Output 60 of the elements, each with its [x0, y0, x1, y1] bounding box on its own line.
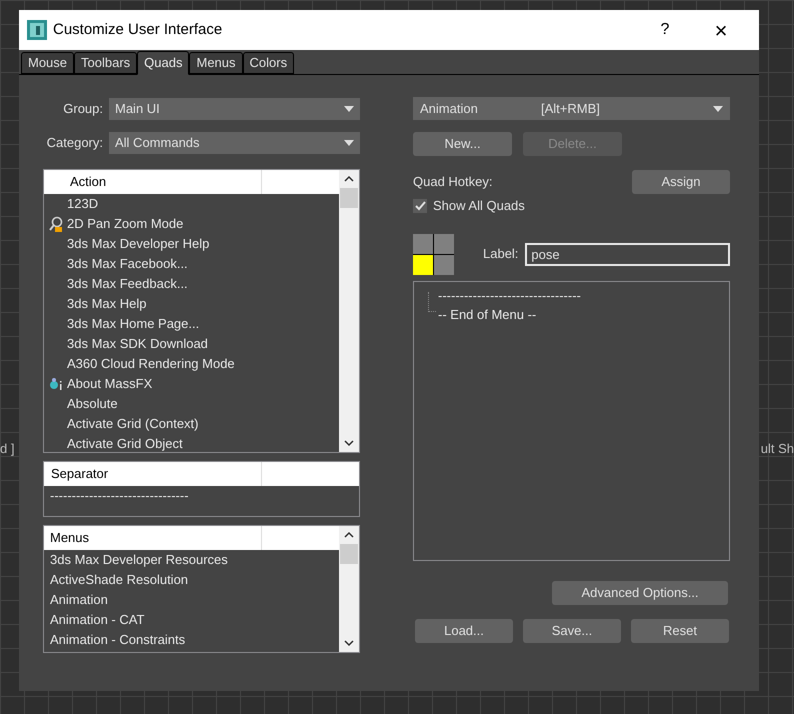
- tab[interactable]: Toolbars: [74, 52, 138, 74]
- list-item[interactable]: --------------------------------: [44, 486, 189, 506]
- massfx-icon: [48, 376, 64, 392]
- list-item[interactable]: A360 Cloud Rendering Mode: [67, 354, 235, 374]
- scroll-thumb[interactable]: [340, 188, 358, 208]
- scrollbar[interactable]: [339, 170, 359, 452]
- advanced-options-button[interactable]: Advanced Options...: [552, 580, 728, 604]
- action-button[interactable]: Load...: [415, 618, 513, 642]
- label-field[interactable]: pose: [525, 242, 730, 266]
- group-dropdown[interactable]: Main UI: [109, 98, 360, 120]
- list-item[interactable]: Animation - Constraints: [44, 630, 186, 650]
- category-label: Category:: [46, 134, 103, 152]
- action-button[interactable]: New...: [413, 132, 512, 156]
- action-button[interactable]: Reset: [631, 618, 729, 642]
- list-item[interactable]: Activate Grid (Context): [67, 414, 198, 434]
- tab[interactable]: Colors: [242, 52, 294, 74]
- dropdown-arrow-icon: [344, 106, 354, 112]
- quad-hotkey-label: Quad Hotkey:: [413, 173, 492, 192]
- help-button[interactable]: ?: [645, 18, 685, 42]
- list-item[interactable]: About MassFX: [67, 374, 152, 394]
- tab[interactable]: Quads: [137, 51, 190, 75]
- list-item[interactable]: Animation: [44, 590, 108, 610]
- scrollbar[interactable]: [339, 526, 359, 652]
- list-item[interactable]: ActiveShade Resolution: [44, 570, 188, 590]
- tree-item[interactable]: ---------------------------------: [438, 286, 581, 304]
- list-item[interactable]: 2D Pan Zoom Mode: [67, 214, 184, 234]
- list-item[interactable]: 3ds Max Developer Resources: [44, 550, 228, 570]
- checkbox-label: Show All Quads: [433, 197, 525, 215]
- tab[interactable]: Mouse: [21, 52, 74, 74]
- viewport-label: ult Sh: [760, 440, 794, 458]
- checkmark-icon: [414, 200, 426, 211]
- checkbox[interactable]: [413, 198, 427, 213]
- list-item[interactable]: Activate Grid Object: [67, 434, 183, 454]
- list-item[interactable]: Absolute: [67, 394, 118, 414]
- list-item[interactable]: 3ds Max SDK Download: [67, 334, 208, 354]
- action-button[interactable]: Save...: [523, 618, 621, 642]
- quadrant[interactable]: [413, 254, 433, 274]
- viewport-label: d ]: [0, 440, 14, 458]
- list-item[interactable]: 3ds Max Facebook...: [67, 254, 188, 274]
- quadrant-selector[interactable]: [413, 234, 454, 274]
- list-item[interactable]: 123D: [67, 194, 98, 214]
- dropdown-arrow-icon: [344, 140, 354, 146]
- label-caption: Label:: [483, 245, 518, 264]
- magnifier-icon: [48, 216, 64, 232]
- app-logo-icon: [27, 20, 47, 40]
- list-item[interactable]: 3ds Max Help: [67, 294, 146, 314]
- assign-button[interactable]: Assign: [632, 170, 730, 194]
- list-item[interactable]: 3ds Max Developer Help: [67, 234, 210, 254]
- quad-set-dropdown[interactable]: Animation [Alt+RMB]: [413, 97, 730, 120]
- scroll-thumb[interactable]: [340, 544, 358, 564]
- category-dropdown[interactable]: All Commands: [109, 132, 360, 154]
- close-button[interactable]: ×: [691, 14, 751, 46]
- dropdown-arrow-icon: [713, 106, 723, 112]
- tree-item[interactable]: -- End of Menu --: [438, 304, 536, 324]
- tab[interactable]: Menus: [189, 52, 243, 74]
- list-item[interactable]: Animation - CAT: [44, 610, 144, 630]
- window-title: Customize User Interface: [53, 20, 224, 40]
- group-label: Group:: [62, 100, 103, 118]
- list-item[interactable]: 3ds Max Feedback...: [67, 274, 188, 294]
- list-item[interactable]: 3ds Max Home Page...: [67, 314, 200, 334]
